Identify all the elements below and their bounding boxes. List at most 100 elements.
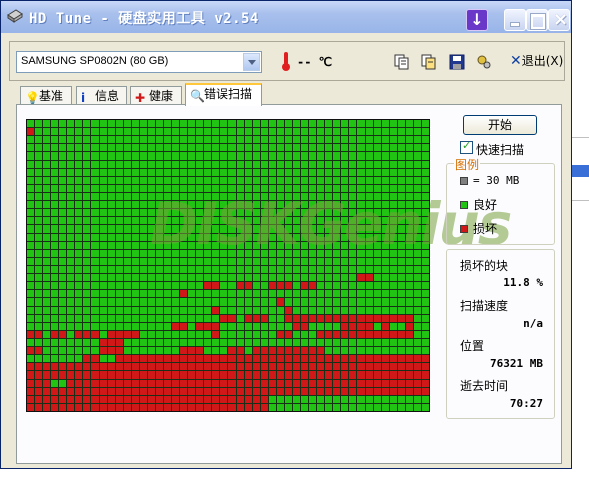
good-block <box>147 306 155 314</box>
good-block <box>188 160 196 168</box>
good-block <box>405 290 413 298</box>
bad-block <box>155 395 164 403</box>
copy-info-icon[interactable] <box>421 54 437 70</box>
bad-block <box>421 363 429 371</box>
close-button[interactable]: × <box>548 9 570 31</box>
start-button[interactable]: 开始 <box>463 115 537 135</box>
bad-block <box>75 395 83 403</box>
bad-block <box>107 330 115 338</box>
bad-block <box>325 314 333 322</box>
bad-block <box>131 355 139 363</box>
good-block <box>43 152 51 160</box>
good-block <box>317 322 325 330</box>
good-block <box>147 339 155 347</box>
good-block <box>292 403 301 411</box>
bad-block <box>284 355 292 363</box>
save-icon[interactable] <box>449 54 465 70</box>
tab-health[interactable]: ✚ 健康 <box>130 86 182 105</box>
bad-block <box>164 387 172 395</box>
bad-block <box>317 347 325 355</box>
good-block <box>389 152 397 160</box>
tab-info[interactable]: i 信息 <box>76 86 127 105</box>
good-block <box>180 144 188 152</box>
good-block <box>75 322 83 330</box>
good-block <box>139 193 147 201</box>
good-block <box>397 160 405 168</box>
tab-benchmark[interactable]: 💡 基准 <box>20 86 72 105</box>
good-block <box>301 152 309 160</box>
bad-block <box>147 395 155 403</box>
good-block <box>115 120 123 128</box>
title-bar[interactable]: HD Tune - 硬盘实用工具 v2.54 ↓ × <box>1 1 571 33</box>
good-block <box>325 128 333 136</box>
good-block <box>188 330 196 338</box>
good-block <box>212 144 220 152</box>
good-block <box>115 314 123 322</box>
good-block <box>252 298 260 306</box>
good-block <box>131 339 139 347</box>
good-block <box>83 152 91 160</box>
good-block <box>180 128 188 136</box>
chevron-down-icon[interactable] <box>243 53 260 71</box>
good-block <box>172 282 180 290</box>
good-block <box>35 120 43 128</box>
good-block <box>373 128 381 136</box>
good-block <box>75 257 83 265</box>
maximize-button[interactable] <box>526 9 548 31</box>
good-block <box>51 184 59 192</box>
exit-icon: ✕ <box>510 53 522 69</box>
good-block <box>413 160 421 168</box>
good-block <box>107 225 115 233</box>
good-block <box>333 290 341 298</box>
bad-block <box>397 314 405 322</box>
good-block <box>123 266 131 274</box>
exit-button[interactable]: ✕退出(X) <box>510 52 563 69</box>
good-block <box>413 395 421 403</box>
good-block <box>123 152 131 160</box>
good-block <box>27 233 35 241</box>
bad-block <box>373 314 381 322</box>
bad-block <box>228 387 236 395</box>
bad-block <box>413 355 421 363</box>
good-block <box>51 355 59 363</box>
good-block <box>373 176 381 184</box>
bad-block <box>397 355 405 363</box>
good-block <box>43 355 51 363</box>
good-block <box>123 193 131 201</box>
good-block <box>228 282 236 290</box>
copy-icon[interactable] <box>394 54 410 70</box>
good-block <box>51 282 59 290</box>
drive-select[interactable]: SAMSUNG SP0802N (80 GB) <box>16 51 262 73</box>
good-block <box>260 144 268 152</box>
position-value: 76321 MB <box>490 357 543 370</box>
bad-block <box>236 371 244 379</box>
good-block <box>204 306 212 314</box>
good-block <box>59 160 67 168</box>
minimize-button[interactable] <box>504 9 526 31</box>
good-block <box>115 241 123 249</box>
options-icon[interactable] <box>476 54 492 70</box>
bad-block <box>309 371 317 379</box>
good-block <box>333 403 341 411</box>
good-block <box>83 201 91 209</box>
tab-error-scan[interactable]: 🔍 错误扫描 <box>185 83 262 106</box>
bad-block <box>204 322 212 330</box>
good-block <box>405 136 413 144</box>
download-icon[interactable]: ↓ <box>466 9 488 31</box>
good-block <box>405 120 413 128</box>
good-block <box>27 355 35 363</box>
good-block <box>107 152 115 160</box>
legend-bad-label: 损坏 <box>473 222 498 236</box>
good-block <box>357 290 365 298</box>
bad-block <box>236 355 244 363</box>
good-block <box>405 306 413 314</box>
bad-block <box>284 282 292 290</box>
good-block <box>228 176 236 184</box>
bad-block <box>244 314 252 322</box>
bad-block <box>260 314 268 322</box>
good-block <box>35 290 43 298</box>
good-block <box>99 306 107 314</box>
good-block <box>236 330 244 338</box>
good-block <box>155 282 164 290</box>
quick-scan-checkbox[interactable] <box>460 139 473 154</box>
